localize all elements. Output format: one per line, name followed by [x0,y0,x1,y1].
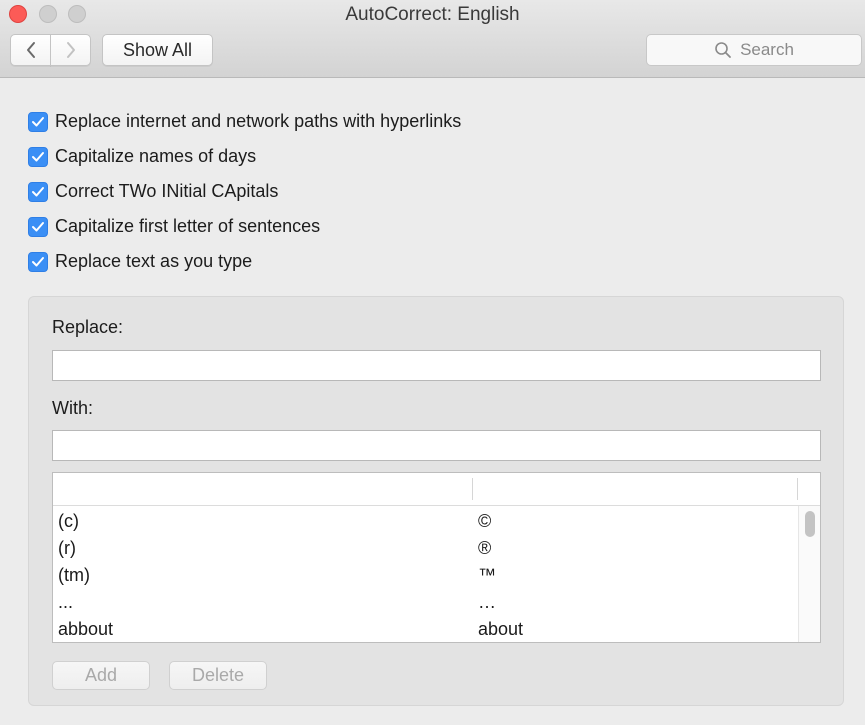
with-cell: … [478,592,496,612]
search-icon [715,42,731,58]
forward-button[interactable] [50,34,91,66]
table-row[interactable]: ... … [53,588,799,615]
show-all-button[interactable]: Show All [102,34,213,66]
checkmark-icon [32,151,44,161]
checkbox-checked[interactable] [28,146,48,167]
checkmark-icon [32,116,44,126]
checkmark-icon [32,221,44,231]
table-header [53,473,820,506]
table-row[interactable]: (c) © [53,507,799,534]
option-replace-text[interactable]: Replace text as you type [28,244,461,279]
option-label: Correct TWo INitial CApitals [55,181,279,201]
option-label: Capitalize first letter of sentences [55,216,321,236]
replace-cell: (c) [58,511,79,531]
navigation-group [10,34,91,66]
options-list: Replace internet and network paths with … [28,104,461,279]
replacement-table: (c) © (r) ® (tm) ™ ... … abbout about [52,472,821,643]
option-replace-hyperlinks[interactable]: Replace internet and network paths with … [28,104,461,139]
window-title: AutoCorrect: English [345,4,520,25]
option-label: Replace text as you type [55,251,253,271]
scrollbar-thumb[interactable] [805,511,815,537]
replace-cell: ... [58,592,74,612]
option-capitalize-sentences[interactable]: Capitalize first letter of sentences [28,209,461,244]
with-cell: about [478,619,524,639]
checkmark-icon [32,256,44,266]
search-placeholder: Search [740,40,794,59]
replace-cell: (tm) [58,565,90,585]
option-label: Replace internet and network paths with … [55,111,462,131]
option-capitalize-days[interactable]: Capitalize names of days [28,139,461,174]
with-input[interactable] [52,430,821,461]
table-row[interactable]: (r) ® [53,534,799,561]
option-correct-two-initial-capitals[interactable]: Correct TWo INitial CApitals [28,174,461,209]
search-input[interactable]: Search [646,34,862,66]
replace-panel: Replace: With: (c) © (r) ® (tm) ™ ... … [28,296,844,706]
column-resize-handle[interactable] [797,478,798,500]
with-cell: © [478,511,492,531]
table-row[interactable]: abbout about [53,615,799,642]
checkbox-checked[interactable] [28,216,48,237]
with-cell: ® [478,538,492,558]
checkbox-checked[interactable] [28,251,48,272]
vertical-scrollbar[interactable] [798,506,820,642]
replace-input[interactable] [52,350,821,381]
option-label: Capitalize names of days [55,146,257,166]
back-button[interactable] [10,34,51,66]
column-resize-handle[interactable] [472,478,473,500]
delete-button[interactable]: Delete [169,661,267,690]
checkmark-icon [32,186,44,196]
replace-cell: abbout [58,619,114,639]
add-button[interactable]: Add [52,661,150,690]
replace-label: Replace: [52,317,124,337]
checkbox-checked[interactable] [28,181,48,202]
title-bar: AutoCorrect: English Show All Search [0,0,865,78]
with-cell: ™ [478,565,496,585]
chevron-left-icon [26,42,35,58]
replace-cell: (r) [58,538,76,558]
checkbox-checked[interactable] [28,111,48,132]
table-body: (c) © (r) ® (tm) ™ ... … abbout about [53,507,799,642]
chevron-right-icon [66,42,75,58]
table-row[interactable]: (tm) ™ [53,561,799,588]
with-label: With: [52,398,94,418]
